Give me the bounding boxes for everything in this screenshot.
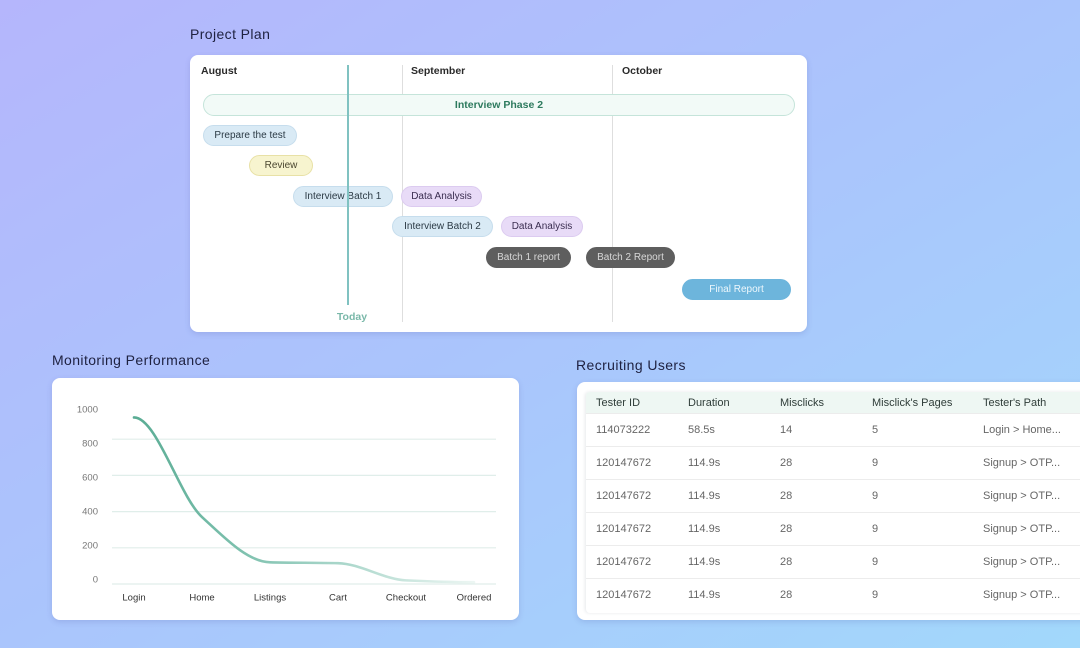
table-header-row: Tester ID Duration Misclicks Misclick's … [586,392,1080,414]
month-label-october: October [622,65,663,77]
cell-tester-path: Signup > OTP... [973,479,1080,513]
cell-tester-path: Login > Home... [973,413,1080,447]
cell-tester-id: 120147672 [586,446,678,480]
cell-duration: 114.9s [678,545,770,579]
cell-duration: 114.9s [678,479,770,513]
column-header-misclicks[interactable]: Misclicks [770,392,862,414]
cell-misclicks: 28 [770,578,862,611]
x-tick-label: Checkout [386,593,426,604]
cell-misclick-pages: 9 [862,479,973,513]
testers-table: Tester ID Duration Misclicks Misclick's … [586,392,1080,613]
task-bar-batch-2-report[interactable]: Batch 2 Report [586,247,675,268]
task-bar-data-analysis-2[interactable]: Data Analysis [501,216,583,237]
project-plan-title: Project Plan [190,26,271,42]
table-row[interactable]: 120147672 114.9s 28 9 Signup > OTP... [586,512,1080,546]
x-tick-label: Login [122,593,145,604]
column-header-tester-path[interactable]: Tester's Path [973,392,1080,414]
cell-misclicks: 28 [770,446,862,480]
cell-tester-path: Signup > OTP... [973,545,1080,579]
cell-tester-path: Signup > OTP... [973,512,1080,546]
y-tick-label: 200 [82,541,98,552]
series-line [132,416,476,584]
performance-line-chart: 0 200 400 600 800 1000 Login Home Listings Cart Ch… [77,405,496,604]
table-row[interactable]: 114073222 58.5s 14 5 Login > Home... [586,413,1080,447]
cell-misclicks: 28 [770,479,862,513]
recruiting-users-title: Recruiting Users [576,357,686,373]
project-plan-card: August September October Interview Phase… [190,55,807,332]
task-bar-data-analysis-1[interactable]: Data Analysis [401,186,482,207]
task-bar-interview-batch-2[interactable]: Interview Batch 2 [392,216,493,237]
x-tick-label: Cart [329,593,347,604]
task-bar-batch-1-report[interactable]: Batch 1 report [486,247,571,268]
cell-misclicks: 28 [770,512,862,546]
x-tick-label: Home [189,593,214,604]
cell-tester-id: 120147672 [586,545,678,579]
x-tick-label: Listings [254,593,286,604]
task-bar-review[interactable]: Review [249,155,313,176]
cell-tester-id: 120147672 [586,479,678,513]
month-label-september: September [411,65,466,77]
cell-duration: 114.9s [678,446,770,480]
cell-tester-path: Signup > OTP... [973,446,1080,480]
month-label-august: August [201,65,238,77]
table-row[interactable]: 120147672 114.9s 28 9 Signup > OTP... [586,479,1080,513]
cell-misclick-pages: 5 [862,413,973,447]
cell-duration: 58.5s [678,413,770,447]
today-marker-line [347,65,349,305]
column-header-misclick-pages[interactable]: Misclick's Pages [862,392,973,414]
task-bar-final-report[interactable]: Final Report [682,279,791,300]
task-bar-interview-batch-1[interactable]: Interview Batch 1 [293,186,393,207]
column-header-duration[interactable]: Duration [678,392,770,414]
x-tick-label: Ordered [457,593,492,604]
table-row[interactable]: 120147672 114.9s 28 9 Signup > OTP... [586,578,1080,611]
cell-duration: 114.9s [678,512,770,546]
cell-tester-id: 114073222 [586,413,678,447]
cell-misclick-pages: 9 [862,578,973,611]
y-tick-label: 1000 [77,405,98,416]
y-tick-label: 0 [93,575,98,586]
cell-misclicks: 14 [770,413,862,447]
cell-misclick-pages: 9 [862,545,973,579]
cell-misclick-pages: 9 [862,446,973,480]
cell-misclicks: 28 [770,545,862,579]
cell-misclick-pages: 9 [862,512,973,546]
cell-tester-path: Signup > OTP... [973,578,1080,611]
table-row[interactable]: 120147672 114.9s 28 9 Signup > OTP... [586,545,1080,579]
task-bar-interview-phase-2[interactable]: Interview Phase 2 [203,94,795,116]
cell-duration: 114.9s [678,578,770,611]
y-tick-label: 600 [82,473,98,484]
cell-tester-id: 120147672 [586,578,678,611]
y-tick-label: 400 [82,507,98,518]
monitoring-performance-card: 0 200 400 600 800 1000 Login Home Listings Cart Ch… [52,378,519,620]
column-header-tester-id[interactable]: Tester ID [586,392,678,414]
task-bar-prepare-the-test[interactable]: Prepare the test [203,125,297,146]
today-label: Today [336,311,368,323]
monitoring-performance-title: Monitoring Performance [52,352,211,368]
table-row[interactable]: 120147672 114.9s 28 9 Signup > OTP... [586,446,1080,480]
cell-tester-id: 120147672 [586,512,678,546]
y-tick-label: 800 [82,439,98,450]
